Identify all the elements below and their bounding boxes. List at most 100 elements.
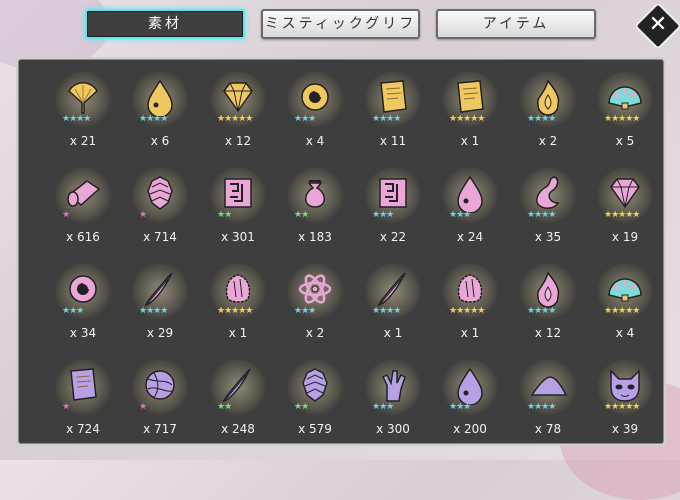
item-quantity: x 200: [453, 422, 487, 436]
atom-icon: [298, 274, 332, 304]
item-quantity: x 1: [460, 326, 480, 340]
material-slot[interactable]: ★★★ x 22: [356, 162, 432, 250]
material-slot[interactable]: ★ x 717: [123, 354, 199, 442]
close-icon[interactable]: ✕: [641, 9, 675, 43]
material-slot[interactable]: ★★★★★ x 1: [433, 66, 509, 154]
material-slot[interactable]: ★★★★ x 1: [356, 258, 432, 346]
tab-items[interactable]: アイテム: [436, 9, 596, 39]
rarity-stars: ★★★: [294, 114, 316, 124]
scales-icon: [147, 176, 173, 210]
swirl-orb-icon: [69, 275, 97, 303]
tail-icon: [536, 176, 560, 209]
material-slot[interactable]: ★★★★★ x 12: [201, 66, 277, 154]
material-slot[interactable]: ★★ x 301: [201, 162, 277, 250]
rarity-stars: ★★★★: [62, 114, 91, 124]
material-slot[interactable]: ★★★★ x 11: [356, 66, 432, 154]
scales-icon: [302, 368, 328, 402]
material-slot[interactable]: ★★ x 248: [201, 354, 277, 442]
rarity-stars: ★★★★: [372, 306, 401, 316]
item-quantity: x 2: [305, 326, 325, 340]
rarity-stars: ★★: [217, 402, 232, 412]
item-quantity: x 183: [298, 230, 332, 244]
item-quantity: x 39: [611, 422, 639, 436]
material-slot[interactable]: ★★★ x 300: [356, 354, 432, 442]
item-quantity: x 6: [150, 134, 170, 148]
material-slot[interactable]: ★ x 616: [46, 162, 122, 250]
rarity-stars: ★★: [217, 210, 232, 220]
cloth-roll-icon: [67, 180, 101, 207]
hand-icon: [381, 370, 406, 402]
item-quantity: x 22: [379, 230, 407, 244]
rarity-stars: ★★★★: [527, 114, 556, 124]
fur-tuft-icon: [225, 274, 251, 303]
material-slot[interactable]: ★★★★ x 35: [511, 162, 587, 250]
material-slot[interactable]: ★★★ x 200: [433, 354, 509, 442]
material-slot[interactable]: ★★★★★ x 1: [201, 258, 277, 346]
item-quantity: x 11: [379, 134, 407, 148]
category-tab-bar: 素材 ミスティックグリフ アイテム: [0, 9, 680, 39]
rarity-stars: ★★★: [62, 306, 84, 316]
item-quantity: x 34: [69, 326, 97, 340]
scroll-icon: [457, 80, 484, 113]
material-slot[interactable]: ★★★ x 34: [46, 258, 122, 346]
material-slot[interactable]: ★★★★★ x 4: [588, 258, 663, 346]
scroll-icon: [380, 80, 407, 113]
rarity-stars: ★★★★★: [604, 210, 640, 220]
inventory-grid: ★★★★ x 21 ★★★★ x 6 ★★★★★ x 12 ★★★ x 4 ★★★★ x 11 ★★…: [19, 60, 653, 443]
fur-tuft-icon: [457, 274, 483, 303]
item-quantity: x 4: [615, 326, 635, 340]
rarity-stars: ★★★: [294, 306, 316, 316]
item-quantity: x 24: [456, 230, 484, 244]
material-slot[interactable]: ★★★★ x 78: [511, 354, 587, 442]
material-slot[interactable]: ★★★★ x 12: [511, 258, 587, 346]
item-quantity: x 1: [460, 134, 480, 148]
item-quantity: x 21: [69, 134, 97, 148]
material-slot[interactable]: ★★★★ x 2: [511, 66, 587, 154]
material-slot[interactable]: ★★★★★ x 19: [588, 162, 663, 250]
rarity-stars: ★★★★: [527, 210, 556, 220]
rarity-stars: ★: [62, 402, 70, 412]
material-slot[interactable]: ★ x 724: [46, 354, 122, 442]
material-slot[interactable]: ★★★★ x 29: [123, 258, 199, 346]
tab-materials[interactable]: 素材: [85, 9, 245, 39]
material-slot[interactable]: ★★★★★ x 5: [588, 66, 663, 154]
material-slot[interactable]: ★★★★ x 6: [123, 66, 199, 154]
material-slot[interactable]: ★★★ x 2: [278, 258, 354, 346]
material-slot[interactable]: ★★★★★ x 39: [588, 354, 663, 442]
item-quantity: x 78: [534, 422, 562, 436]
rarity-stars: ★★★: [449, 402, 471, 412]
swirl-orb-icon: [301, 83, 329, 111]
rarity-stars: ★★★★: [139, 114, 168, 124]
rarity-stars: ★★★★★: [449, 306, 485, 316]
rarity-stars: ★★★★: [527, 306, 556, 316]
rarity-stars: ★★★★★: [604, 114, 640, 124]
item-quantity: x 12: [534, 326, 562, 340]
rarity-stars: ★: [139, 210, 147, 220]
rarity-stars: ★★★★★: [217, 114, 253, 124]
rarity-stars: ★★★★★: [604, 402, 640, 412]
diamond-icon: [610, 178, 640, 209]
material-slot[interactable]: ★★★ x 4: [278, 66, 354, 154]
rune-tablet-icon: [379, 178, 407, 208]
rarity-stars: ★★★★★: [449, 114, 485, 124]
material-slot[interactable]: ★★★★ x 21: [46, 66, 122, 154]
item-quantity: x 717: [143, 422, 177, 436]
material-slot[interactable]: ★★ x 183: [278, 162, 354, 250]
material-slot[interactable]: ★ x 714: [123, 162, 199, 250]
feather-icon: [222, 368, 251, 403]
item-quantity: x 1: [228, 326, 248, 340]
item-quantity: x 579: [298, 422, 332, 436]
tab-mystic-glyph[interactable]: ミスティックグリフ: [261, 9, 420, 39]
item-quantity: x 248: [221, 422, 255, 436]
item-quantity: x 300: [376, 422, 410, 436]
drop-icon: [457, 367, 483, 405]
rarity-stars: ★★★: [449, 210, 471, 220]
material-slot[interactable]: ★★★★★ x 1: [433, 258, 509, 346]
rarity-stars: ★★★★★: [217, 306, 253, 316]
flame-icon: [536, 271, 560, 308]
peacock-fan-icon: [608, 278, 642, 302]
pouch-icon: [305, 180, 325, 208]
material-slot[interactable]: ★★ x 579: [278, 354, 354, 442]
yarn-ball-icon: [145, 370, 175, 400]
material-slot[interactable]: ★★★ x 24: [433, 162, 509, 250]
